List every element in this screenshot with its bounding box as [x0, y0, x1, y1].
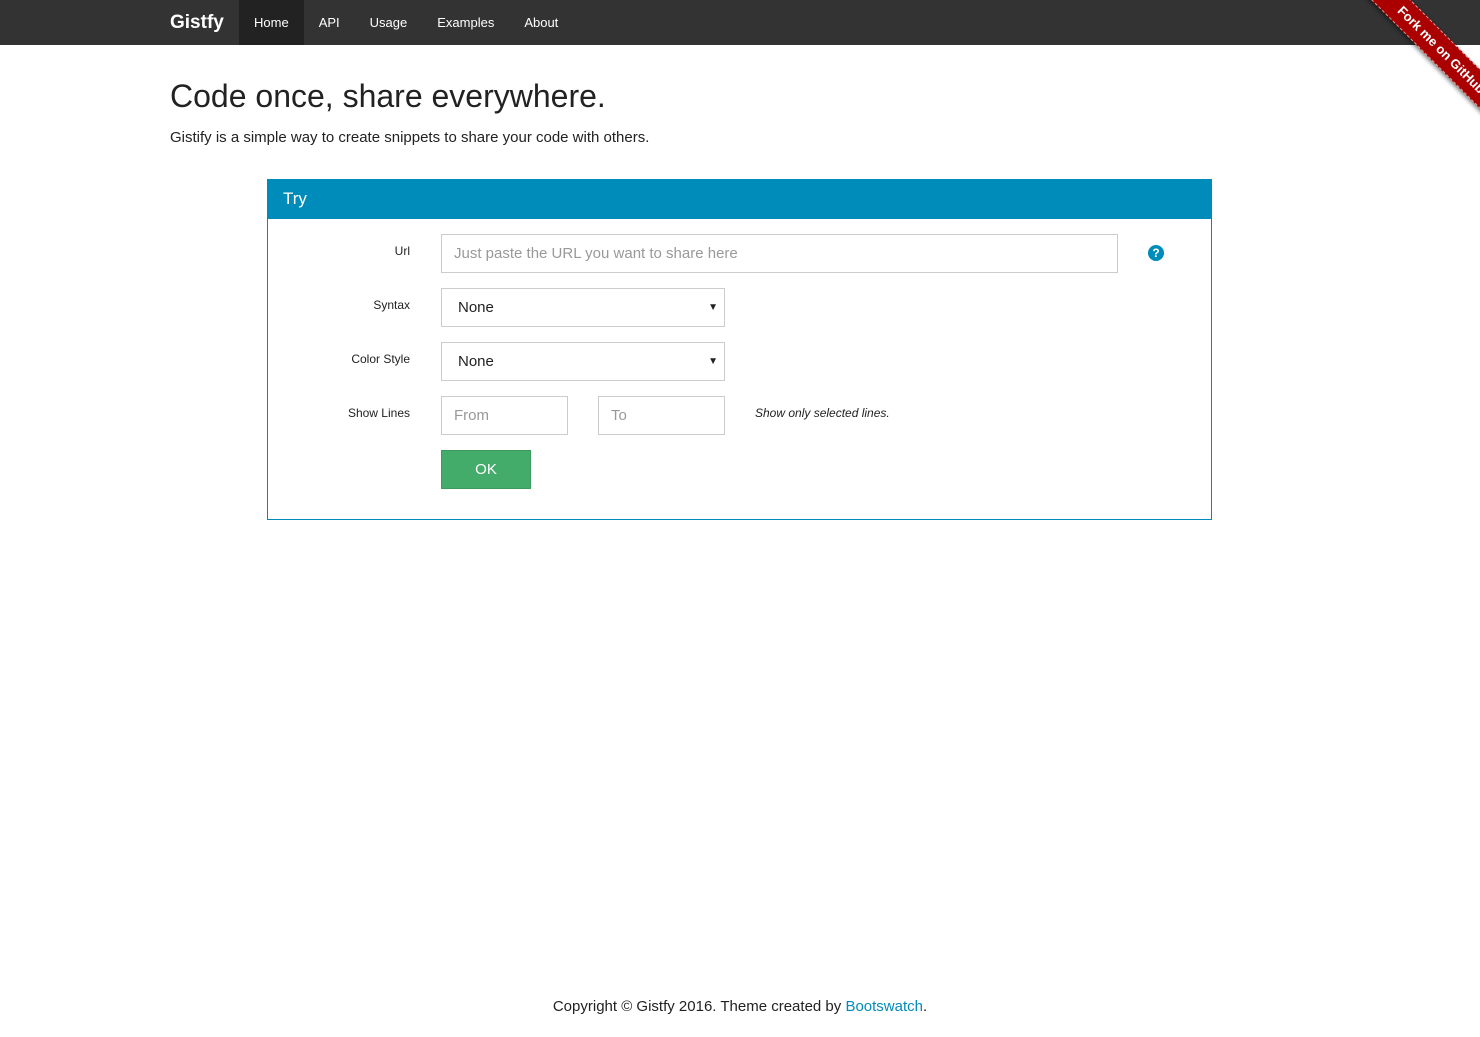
- show-lines-label: Show Lines: [347, 406, 410, 420]
- caret-down-icon: ▼: [708, 302, 718, 313]
- syntax-label: Syntax: [373, 298, 410, 312]
- brand-link[interactable]: Gistfy: [170, 0, 224, 45]
- url-label: Url: [394, 244, 410, 258]
- color-style-selected-value: None: [458, 353, 494, 370]
- question-circle-icon[interactable]: ?: [1148, 245, 1164, 261]
- footer-copyright: Copyright © Gistfy 2016. Theme created b…: [552, 998, 846, 1015]
- syntax-selected-value: None: [458, 299, 494, 316]
- to-line-input[interactable]: [598, 396, 725, 435]
- navbar: Gistfy Home API Usage Examples About: [0, 0, 1480, 45]
- color-style-label: Color Style: [351, 352, 410, 366]
- nav-item-about[interactable]: About: [509, 0, 573, 45]
- page-lead: Gistify is a simple way to create snippe…: [170, 129, 650, 146]
- show-lines-hint: Show only selected lines.: [755, 406, 890, 420]
- from-line-input[interactable]: [441, 396, 568, 435]
- bootswatch-link[interactable]: Bootswatch: [845, 998, 923, 1015]
- nav-item-api[interactable]: API: [304, 0, 355, 45]
- footer: Copyright © Gistfy 2016. Theme created b…: [0, 998, 1480, 1015]
- nav-item-usage[interactable]: Usage: [355, 0, 423, 45]
- github-ribbon-container: Fork me on GitHub: [1331, 0, 1480, 149]
- caret-down-icon: ▼: [708, 356, 718, 367]
- nav-item-examples[interactable]: Examples: [422, 0, 509, 45]
- page-title: Code once, share everywhere.: [170, 78, 606, 114]
- syntax-select[interactable]: None ▼: [441, 288, 725, 327]
- main-nav: Home API Usage Examples About: [239, 0, 573, 45]
- panel-heading: Try: [268, 180, 1211, 219]
- nav-item-home[interactable]: Home: [239, 0, 304, 45]
- color-style-select[interactable]: None ▼: [441, 342, 725, 381]
- try-panel: Try: [267, 179, 1212, 520]
- footer-suffix: .: [922, 998, 928, 1015]
- ok-button[interactable]: OK: [441, 450, 531, 489]
- fork-me-ribbon[interactable]: Fork me on GitHub: [1360, 0, 1480, 131]
- url-input[interactable]: [441, 234, 1118, 273]
